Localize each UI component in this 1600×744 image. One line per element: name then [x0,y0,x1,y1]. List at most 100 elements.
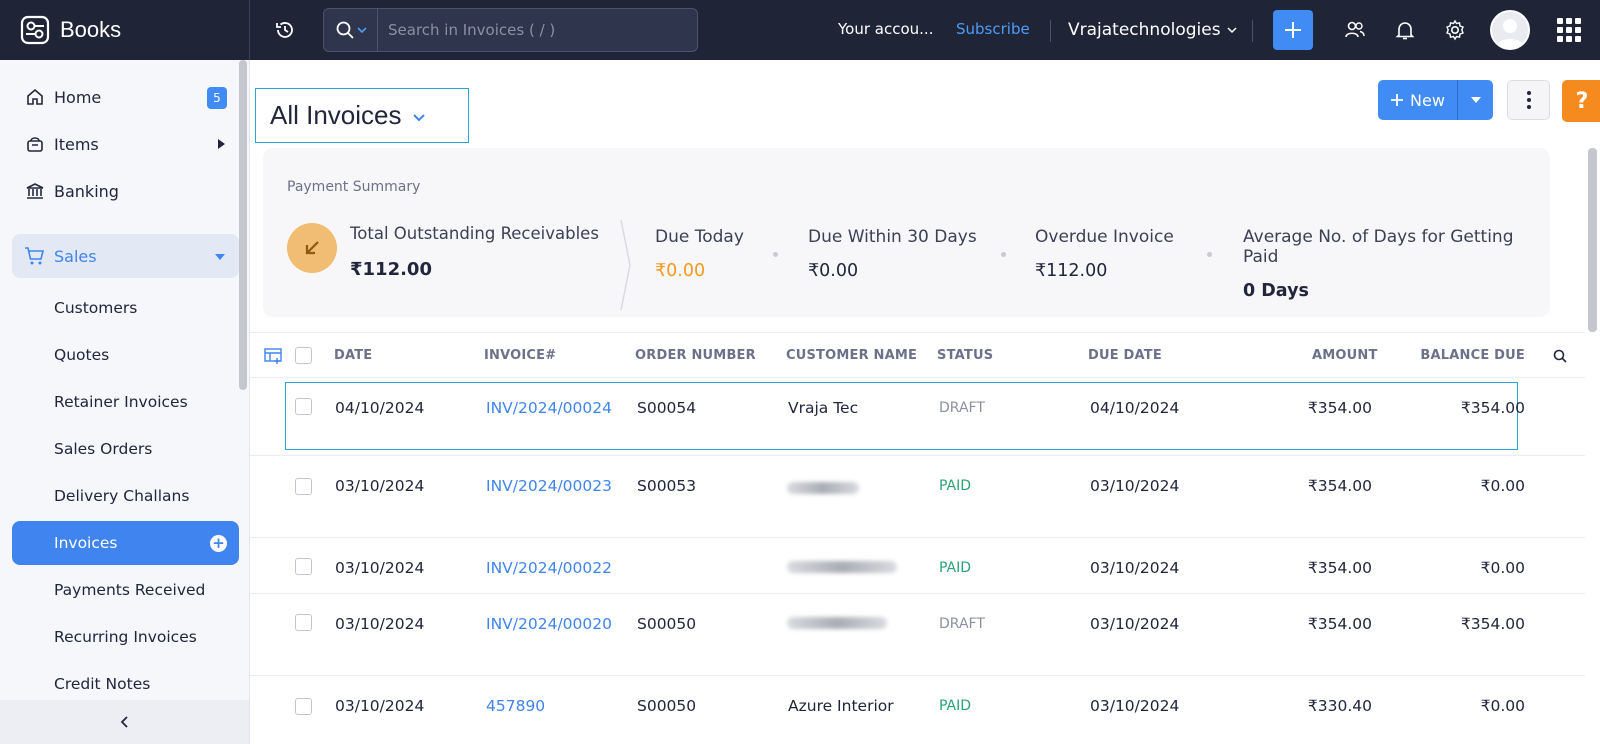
sidebar-subitem-delivery-challans[interactable]: Delivery Challans [12,474,239,518]
new-button-label: New [1410,90,1445,110]
users-button[interactable] [1343,18,1367,42]
brand[interactable]: Books [0,0,250,60]
column-header-customer-name[interactable]: CUSTOMER NAME [786,348,917,363]
search-icon [336,21,354,39]
avg-days-label: Average No. of Days for Getting Paid [1243,227,1514,267]
sidebar-subitem-sales-orders[interactable]: Sales Orders [12,427,239,471]
sidebar-item-label: Delivery Challans [54,487,190,505]
average-days: Average No. of Days for Getting Paid 0 D… [1243,227,1550,301]
plus-icon [1391,94,1404,106]
new-dropdown-button[interactable] [1458,80,1493,120]
divider [1050,20,1051,42]
search-filter-toggle[interactable] [324,9,378,51]
view-selector[interactable]: All Invoices [255,88,469,143]
help-button[interactable]: ? [1562,80,1600,122]
avg-days-value: 0 Days [1243,281,1309,301]
redacted-customer-name [787,617,887,629]
user-avatar[interactable] [1490,10,1530,50]
new-invoice-button[interactable]: New [1378,80,1458,120]
notifications-button[interactable] [1393,18,1417,42]
cell-invoice-link[interactable]: 457890 [486,693,545,719]
cell-due-date: 03/10/2024 [1090,615,1180,633]
main-scrollbar[interactable] [1588,148,1597,332]
organization-switcher[interactable]: Vrajatechnologies [1068,20,1238,40]
sidebar-subitem-quotes[interactable]: Quotes [12,333,239,377]
column-header-status[interactable]: STATUS [937,348,993,363]
sidebar-subitem-payments-received[interactable]: Payments Received [12,568,239,612]
row-checkbox[interactable] [295,558,312,575]
row-checkbox[interactable] [295,478,312,495]
app-launcher-icon[interactable] [1557,18,1581,42]
sidebar-item-home[interactable]: Home 5 [12,75,239,119]
cell-invoice-link[interactable]: INV/2024/00020 [486,611,616,637]
sidebar-subitem-retainer-invoices[interactable]: Retainer Invoices [12,380,239,424]
more-options-button[interactable] [1507,80,1550,120]
cell-amount: ₹354.00 [1307,559,1372,577]
gear-icon [1446,19,1464,41]
cell-customer-name: Azure Interior [788,697,894,715]
dot-separator [1207,252,1212,257]
cell-invoice-link[interactable]: INV/2024/00022 [486,555,612,581]
chevron-left-icon [120,716,128,728]
table-row[interactable]: 04/10/2024 INV/2024/00024 S00054 Vraja T… [250,378,1585,456]
due-today-label: Due Today [655,227,744,247]
cell-date: 03/10/2024 [335,697,425,715]
cell-status: PAID [939,560,972,576]
sidebar-item-banking[interactable]: Banking [12,169,239,213]
search-input[interactable] [378,9,697,51]
sidebar-item-items[interactable]: Items [12,122,239,166]
sidebar-subitem-customers[interactable]: Customers [12,286,239,330]
sidebar-item-label: Items [54,134,99,154]
sidebar-item-label: Payments Received [54,581,206,599]
select-all-checkbox[interactable] [295,347,312,364]
row-checkbox[interactable] [295,398,312,415]
table-row[interactable]: 03/10/2024 INV/2024/00023 S00053 PAID 03… [250,456,1585,538]
column-header-date[interactable]: DATE [334,348,372,363]
search-icon[interactable] [1553,349,1567,363]
quick-create-button[interactable] [1273,10,1313,50]
collapse-caret-icon [215,254,225,260]
column-header-order-number[interactable]: ORDER NUMBER [635,348,756,363]
receivable-arrow-icon [287,223,337,273]
column-header-amount[interactable]: AMOUNT [1312,348,1377,363]
bell-icon [1395,22,1415,40]
cell-invoice-link[interactable]: INV/2024/00023 [486,473,616,499]
cell-amount: ₹354.00 [1307,477,1372,495]
table-row[interactable]: 03/10/2024 INV/2024/00022 PAID 03/10/202… [250,538,1585,594]
column-header-balance-due[interactable]: BALANCE DUE [1400,348,1525,363]
cell-status: PAID [939,698,972,714]
row-checkbox[interactable] [295,698,312,715]
sidebar-subitem-recurring-invoices[interactable]: Recurring Invoices [12,615,239,659]
cell-amount: ₹330.40 [1307,697,1372,715]
collapse-sidebar-button[interactable] [0,700,249,744]
redacted-customer-name [787,561,897,573]
cell-due-date: 03/10/2024 [1090,559,1180,577]
cell-order-number: S00053 [637,477,697,495]
cell-due-date: 03/10/2024 [1090,697,1180,715]
add-invoice-icon[interactable]: + [210,535,227,552]
sidebar-item-label: Quotes [54,346,110,364]
sidebar: Home 5 Items Banking Sales Customers Quo… [0,60,250,744]
sidebar-item-label: Invoices [54,534,118,552]
due-30-value: ₹0.00 [808,261,859,281]
table-row[interactable]: 03/10/2024 INV/2024/00020 S00050 DRAFT 0… [250,594,1585,676]
sidebar-subitem-invoices[interactable]: Invoices + [12,521,239,565]
recent-history-button[interactable] [270,15,300,45]
cell-invoice-link[interactable]: INV/2024/00024 [486,395,616,421]
cell-date: 03/10/2024 [335,615,425,633]
payment-summary: Payment Summary Total Outstanding Receiv… [263,148,1550,317]
sidebar-item-sales[interactable]: Sales [12,234,239,278]
column-header-due-date[interactable]: DUE DATE [1088,348,1162,363]
bank-icon [24,180,46,202]
cell-status: DRAFT [939,616,985,632]
subscribe-link[interactable]: Subscribe [956,20,1030,38]
column-header-invoice[interactable]: INVOICE# [484,348,556,363]
chevron-down-icon [1227,27,1237,34]
row-checkbox[interactable] [295,614,312,631]
settings-button[interactable] [1443,18,1467,42]
total-outstanding-label: Total Outstanding Receivables [350,224,599,243]
due-within-30: Due Within 30 Days ₹0.00 [808,227,977,281]
sidebar-scrollbar[interactable] [239,60,247,390]
table-row[interactable]: 03/10/2024 457890 S00050 Azure Interior … [250,676,1585,744]
column-settings-icon[interactable] [264,348,282,364]
